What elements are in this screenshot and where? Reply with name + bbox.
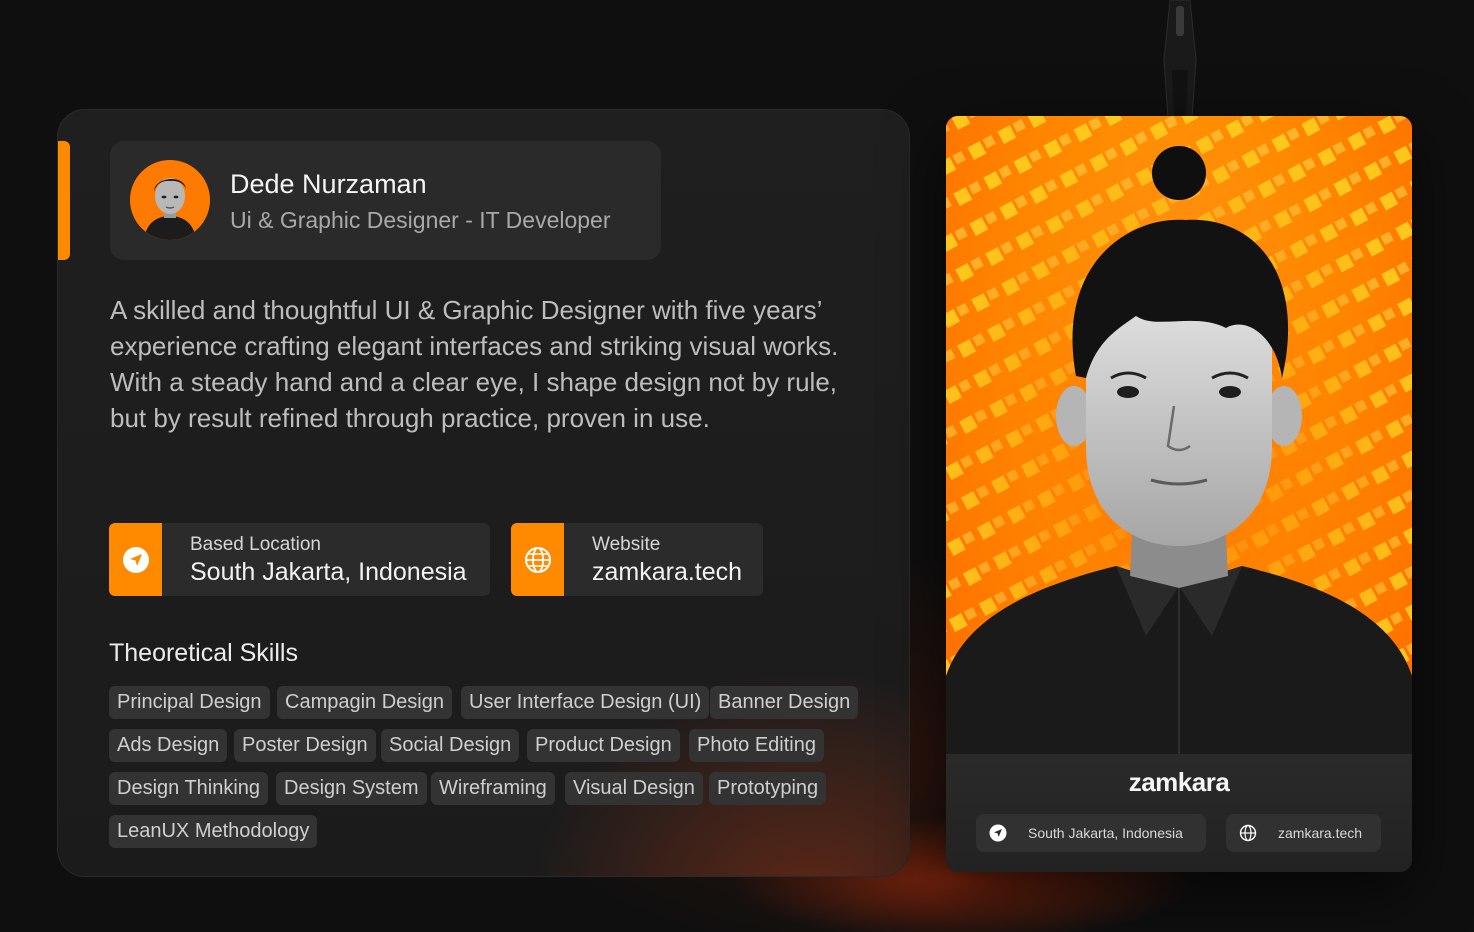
profile-card: Dede Nurzaman Ui & Graphic Designer - IT…: [57, 109, 910, 877]
website-link[interactable]: zamkara.tech: [592, 558, 742, 587]
badge-portrait: [946, 116, 1412, 754]
skill-chip: Principal Design: [109, 686, 270, 719]
skill-chip: Ads Design: [109, 729, 228, 762]
avatar-portrait: [130, 160, 210, 240]
location-info: Based Location South Jakarta, Indonesia: [109, 523, 490, 596]
badge-website[interactable]: zamkara.tech: [1226, 814, 1381, 852]
skill-chip: Design Thinking: [109, 772, 269, 805]
profile-header: Dede Nurzaman Ui & Graphic Designer - IT…: [110, 141, 661, 260]
profile-bio: A skilled and thoughtful UI & Graphic De…: [110, 295, 839, 433]
avatar: [130, 160, 210, 240]
badge-photo: [946, 116, 1412, 754]
skill-chip: Photo Editing: [689, 729, 824, 762]
skills-title: Theoretical Skills: [109, 639, 298, 667]
globe-icon: [511, 523, 564, 596]
navigation-arrow-icon: [976, 824, 1020, 842]
skill-chip: Design System: [276, 772, 427, 805]
skill-chip: Product Design: [527, 729, 680, 762]
skill-chip: LeanUX Methodology: [109, 815, 318, 848]
profile-role: Ui & Graphic Designer - IT Developer: [230, 207, 611, 233]
location-label: Based Location: [190, 534, 321, 555]
skill-chip: Prototyping: [709, 772, 827, 805]
skill-chip: Wireframing: [431, 772, 555, 805]
badge-location-text: South Jakarta, Indonesia: [1028, 825, 1183, 841]
navigation-arrow-icon: [109, 523, 162, 596]
badge-brand: zamkara: [1128, 767, 1230, 797]
location-value: South Jakarta, Indonesia: [190, 558, 467, 586]
lanyard-clip: [1163, 0, 1197, 120]
globe-icon: [1226, 824, 1270, 842]
badge-footer: zamkara South Jakarta, Indonesia zamkara…: [946, 754, 1412, 872]
skill-chip: Social Design: [381, 729, 520, 762]
skill-chip: Banner Design: [710, 686, 859, 719]
badge-location: South Jakarta, Indonesia: [976, 814, 1206, 852]
profile-name: Dede Nurzaman: [230, 169, 427, 199]
skill-chip: User Interface Design (UI): [461, 686, 710, 719]
id-badge: zamkara South Jakarta, Indonesia zamkara…: [946, 116, 1412, 872]
accent-bar: [58, 141, 70, 260]
badge-website-text[interactable]: zamkara.tech: [1270, 825, 1362, 841]
website-label: Website: [592, 534, 661, 555]
skill-chip: Poster Design: [234, 729, 376, 762]
skill-chip: Visual Design: [565, 772, 703, 805]
website-info[interactable]: Website zamkara.tech: [511, 523, 763, 596]
stage: Dede Nurzaman Ui & Graphic Designer - IT…: [0, 0, 1474, 932]
skill-chip: Campagin Design: [277, 686, 452, 719]
